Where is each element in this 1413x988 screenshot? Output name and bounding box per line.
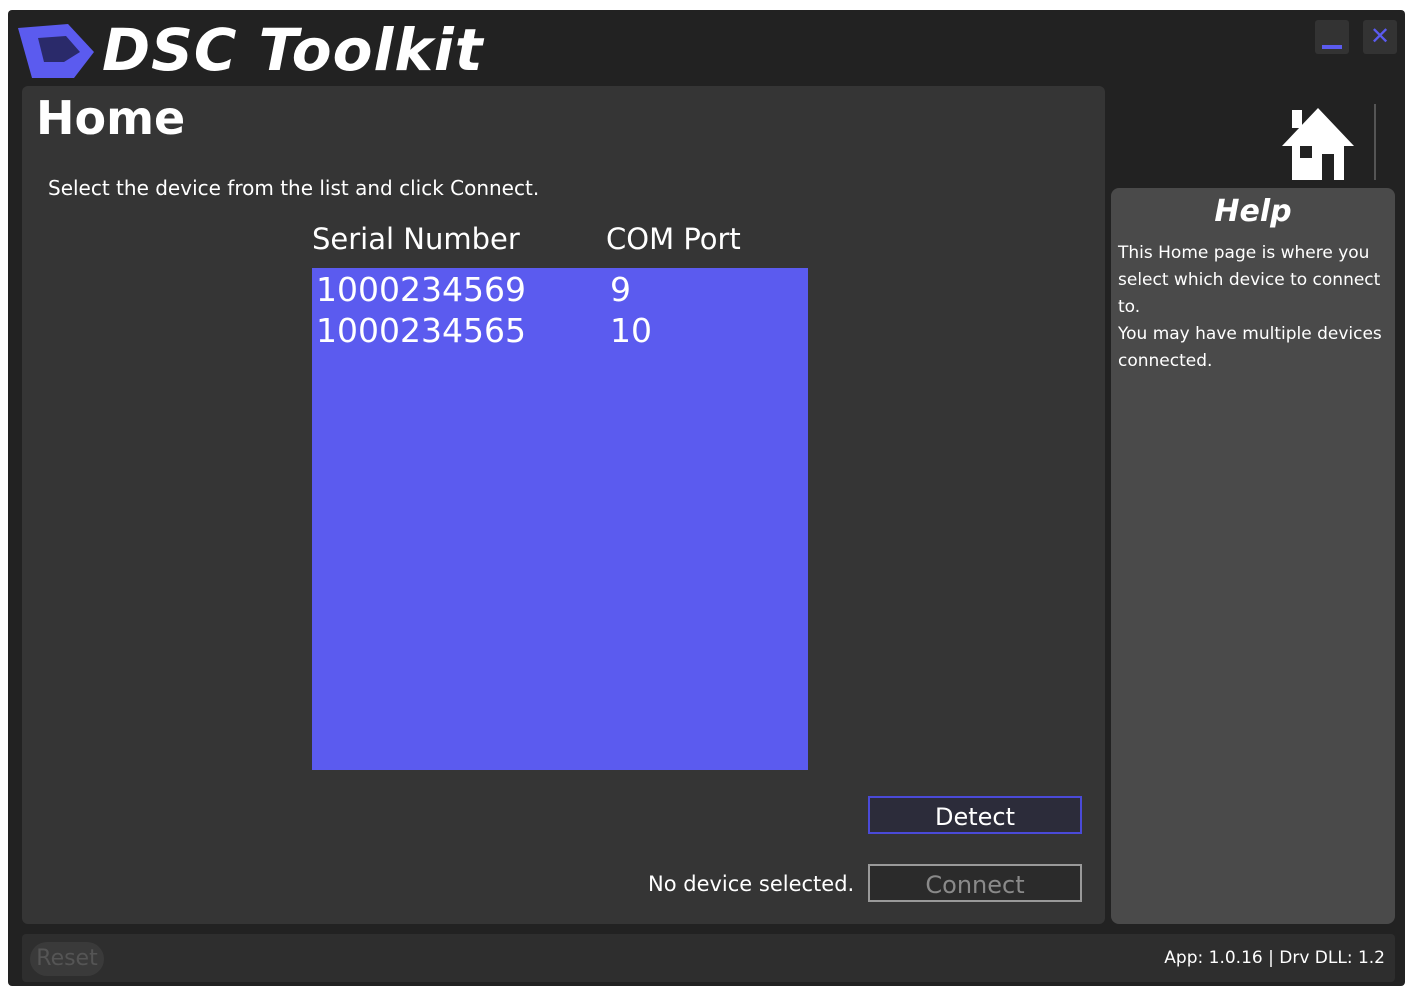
column-header-serial-number: Serial Number bbox=[312, 222, 520, 256]
column-header-com-port: COM Port bbox=[606, 222, 741, 256]
device-row[interactable]: 1000234569 9 bbox=[316, 270, 806, 310]
minimize-icon bbox=[1322, 45, 1342, 49]
detect-button[interactable]: Detect bbox=[868, 796, 1082, 834]
help-body: This Home page is where you select which… bbox=[1118, 240, 1390, 375]
version-info: App: 1.0.16 | Drv DLL: 1.2 bbox=[1164, 948, 1385, 968]
help-panel: Help This Home page is where you select … bbox=[1111, 188, 1395, 924]
header-divider bbox=[1374, 104, 1376, 180]
close-icon: ✕ bbox=[1369, 22, 1391, 50]
help-paragraph: You may have multiple devices connected. bbox=[1118, 324, 1382, 371]
connect-button[interactable]: Connect bbox=[868, 864, 1082, 902]
main-panel: Home Select the device from the list and… bbox=[22, 86, 1105, 924]
reset-button[interactable]: Reset bbox=[30, 942, 104, 976]
connection-status-text: No device selected. bbox=[648, 872, 855, 896]
device-serial: 1000234569 bbox=[316, 270, 526, 309]
dsc-logo-icon bbox=[18, 24, 94, 78]
device-com-port: 9 bbox=[610, 270, 631, 309]
app-title: DSC Toolkit bbox=[102, 16, 484, 84]
page-title: Home bbox=[36, 91, 186, 145]
device-com-port: 10 bbox=[610, 311, 652, 350]
help-title: Help bbox=[1214, 194, 1292, 229]
minimize-button[interactable] bbox=[1315, 20, 1349, 54]
device-row[interactable]: 1000234565 10 bbox=[316, 311, 806, 351]
close-button[interactable]: ✕ bbox=[1363, 20, 1397, 54]
device-list[interactable]: 1000234569 9 1000234565 10 bbox=[312, 268, 808, 770]
status-bar: Reset App: 1.0.16 | Drv DLL: 1.2 bbox=[22, 934, 1395, 982]
instruction-text: Select the device from the list and clic… bbox=[48, 176, 540, 200]
device-serial: 1000234565 bbox=[316, 311, 526, 350]
help-paragraph: This Home page is where you select which… bbox=[1118, 243, 1381, 317]
app-window: DSC Toolkit ✕ Home Select the device fro… bbox=[8, 10, 1405, 986]
home-icon[interactable] bbox=[1278, 102, 1358, 182]
